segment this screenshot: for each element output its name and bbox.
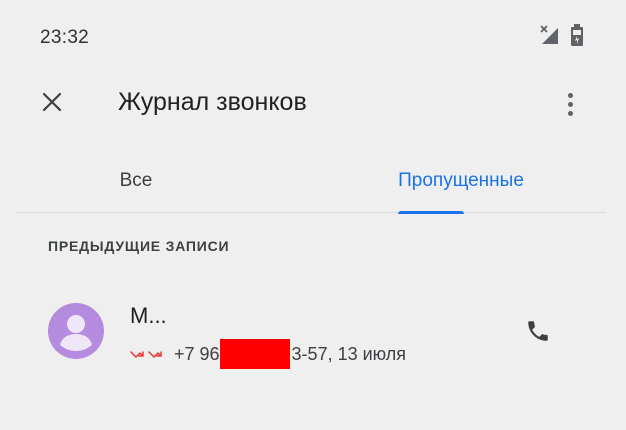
- contact-name: М...: [130, 303, 167, 328]
- close-button[interactable]: [30, 86, 74, 122]
- tab-all[interactable]: Все: [16, 150, 256, 212]
- redaction-box: [219, 339, 290, 369]
- missed-call-icons: [130, 348, 164, 360]
- missed-call-icon: [148, 348, 164, 360]
- phone-icon: [525, 318, 551, 349]
- signal-no-service-icon: [538, 24, 560, 46]
- tab-bar: Все Пропущенные: [16, 150, 606, 214]
- section-header: ПРЕДЫДУЩИЕ ЗАПИСИ: [48, 238, 230, 254]
- call-log-screen: 23:32 Журнал звонков Все Пропущенные ПРЕ…: [0, 0, 626, 430]
- app-bar: Журнал звонков: [0, 72, 626, 134]
- call-details: +7 96 3-57, 13 июля: [130, 339, 406, 369]
- phone-number-prefix: +7 96: [174, 343, 220, 364]
- status-time: 23:32: [40, 27, 90, 48]
- call-button[interactable]: [520, 315, 556, 351]
- avatar[interactable]: [48, 303, 104, 359]
- missed-call-icon: [130, 348, 146, 360]
- person-icon: [60, 315, 92, 351]
- status-icons: [538, 24, 584, 46]
- phone-number-suffix-date: 3-57, 13 июля: [291, 343, 407, 364]
- battery-icon: [570, 24, 584, 46]
- more-options-button[interactable]: [558, 84, 582, 124]
- tab-missed[interactable]: Пропущенные: [316, 150, 606, 212]
- tab-indicator: [398, 211, 464, 214]
- status-bar: 23:32: [0, 0, 626, 72]
- close-icon: [41, 91, 63, 118]
- more-vert-icon: [567, 92, 573, 98]
- call-list-item[interactable]: М... +7 96 3-57, 13 июля: [0, 285, 626, 385]
- page-title: Журнал звонков: [118, 88, 307, 116]
